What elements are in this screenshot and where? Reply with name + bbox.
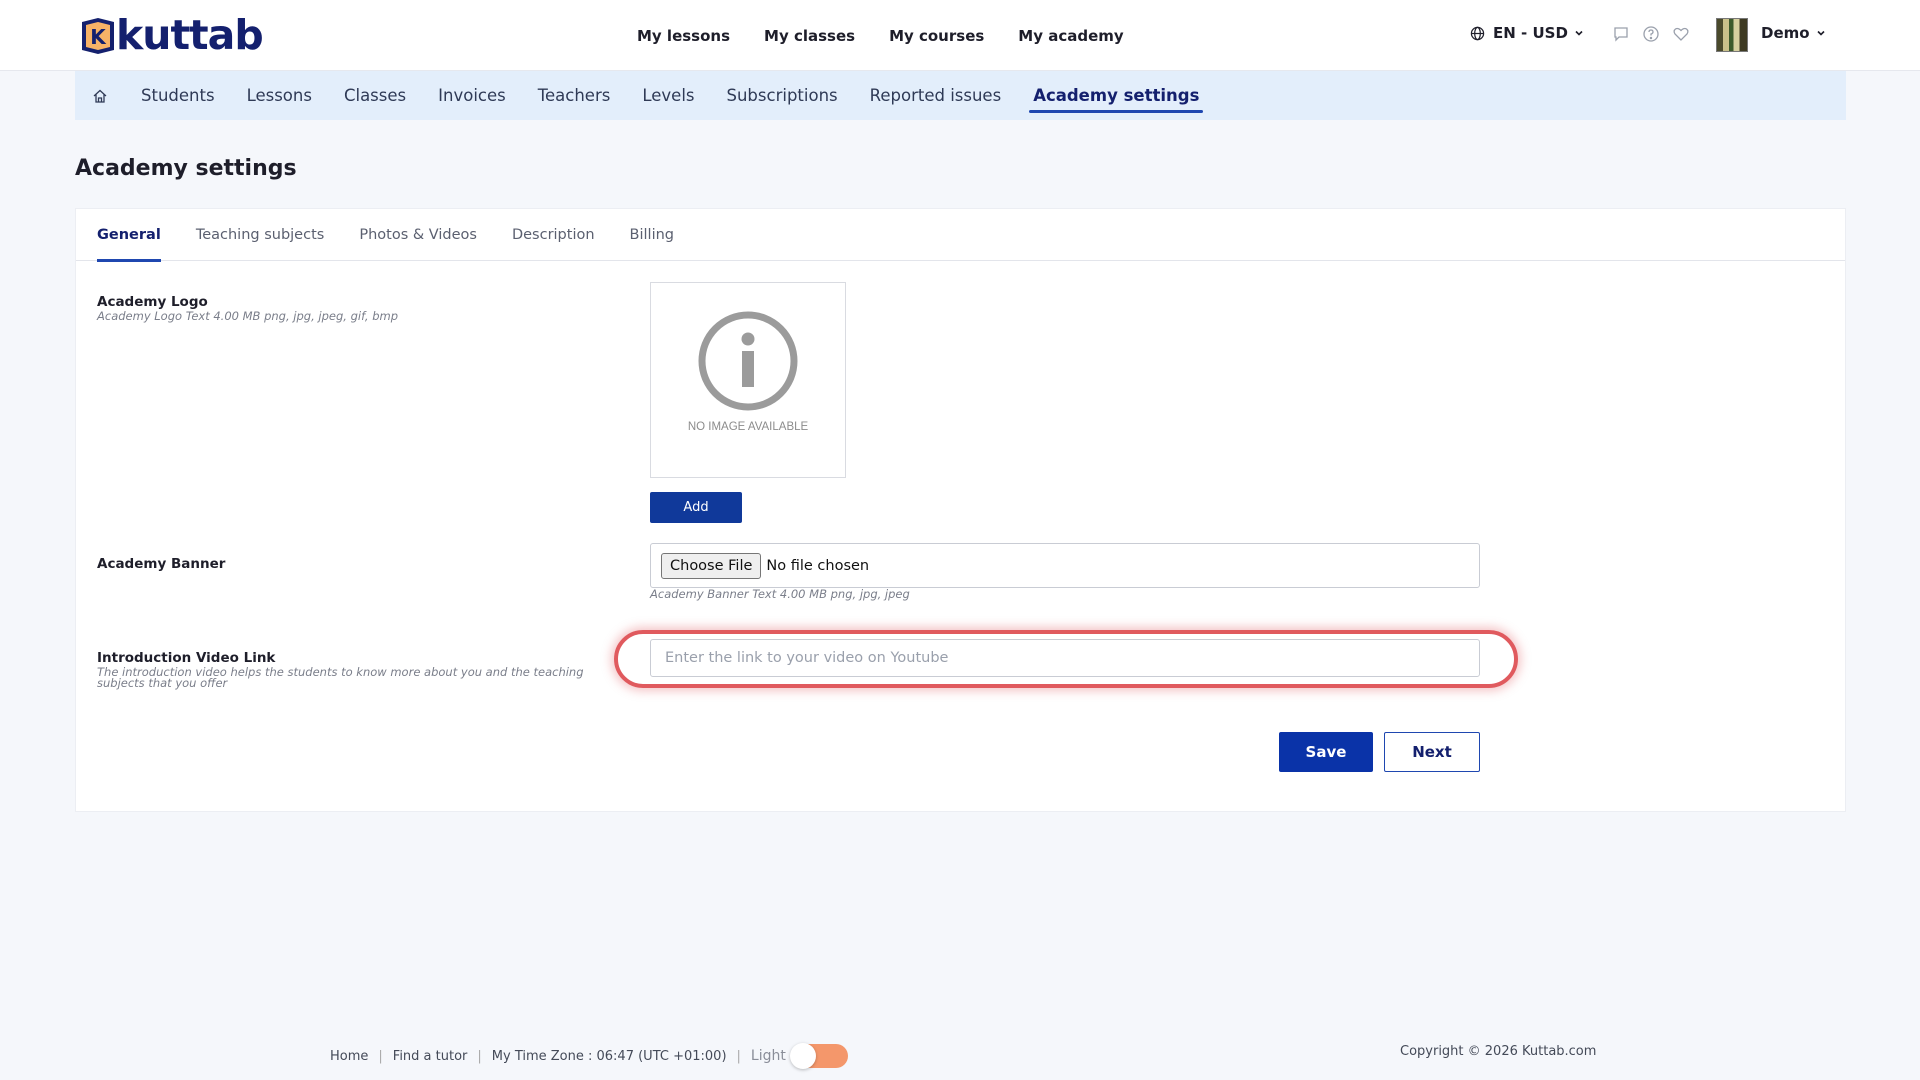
file-status-text: No file chosen: [766, 557, 870, 574]
avatar[interactable]: [1716, 18, 1748, 52]
nav-my-classes[interactable]: My classes: [764, 27, 855, 45]
subnav-reported-issues[interactable]: Reported issues: [870, 71, 1002, 120]
academy-banner-label: Academy Banner: [97, 556, 226, 572]
no-image-text: NO IMAGE AVAILABLE: [687, 421, 809, 433]
kuttab-logo[interactable]: K kuttab: [78, 11, 264, 59]
help-icon[interactable]: [1642, 25, 1660, 43]
nav-my-lessons[interactable]: My lessons: [637, 27, 730, 45]
settings-card: General Teaching subjects Photos & Video…: [75, 208, 1846, 812]
nav-my-academy[interactable]: My academy: [1018, 27, 1123, 45]
add-logo-button[interactable]: Add: [650, 492, 742, 523]
intro-video-link-input[interactable]: [650, 639, 1480, 677]
next-button[interactable]: Next: [1384, 732, 1480, 772]
chevron-down-icon: [1816, 30, 1825, 36]
choose-file-button[interactable]: Choose File: [661, 552, 762, 579]
subnav-academy-settings[interactable]: Academy settings: [1029, 71, 1204, 120]
tab-description[interactable]: Description: [512, 209, 595, 261]
theme-label: Light: [750, 1048, 786, 1064]
footer-separator: |: [477, 1048, 482, 1064]
tab-photos-videos[interactable]: Photos & Videos: [359, 209, 477, 261]
copyright-text: Copyright © 2026 Kuttab.com: [1400, 1044, 1597, 1059]
footer-separator: |: [736, 1048, 741, 1064]
page-title: Academy settings: [75, 156, 297, 181]
subnav-students[interactable]: Students: [141, 71, 215, 120]
settings-tabs: General Teaching subjects Photos & Video…: [76, 209, 1845, 262]
intro-video-hint-line2: subjects that you offer: [97, 676, 228, 690]
tab-teaching-subjects[interactable]: Teaching subjects: [196, 209, 325, 261]
chat-icon[interactable]: [1612, 25, 1630, 43]
user-menu[interactable]: Demo: [1761, 24, 1826, 42]
tab-general[interactable]: General: [97, 209, 161, 262]
footer-separator: |: [378, 1048, 383, 1064]
logo-text: kuttab: [116, 11, 264, 59]
home-icon: [93, 89, 107, 103]
academy-logo-preview: NO IMAGE AVAILABLE: [650, 282, 846, 478]
nav-my-courses[interactable]: My courses: [889, 27, 984, 45]
home-link[interactable]: [75, 88, 125, 104]
logo-mark-icon: K: [82, 18, 114, 54]
academy-logo-label: Academy Logo: [97, 294, 208, 310]
academy-banner-hint: Academy Banner Text 4.00 MB png, jpg, jp…: [650, 587, 910, 601]
footer-timezone: My Time Zone : 06:47 (UTC +01:00): [491, 1048, 727, 1064]
footer-home-link[interactable]: Home: [330, 1049, 368, 1064]
subnav-classes[interactable]: Classes: [344, 71, 406, 120]
info-icon: [698, 311, 798, 411]
logo-letter: K: [90, 25, 107, 49]
header-icons: [1612, 25, 1690, 43]
subnav-levels[interactable]: Levels: [642, 71, 694, 120]
theme-toggle[interactable]: [789, 1043, 848, 1069]
banner-file-input[interactable]: Choose File No file chosen: [650, 543, 1480, 588]
main-nav: My lessons My classes My courses My acad…: [620, 0, 1141, 71]
tab-billing[interactable]: Billing: [630, 209, 674, 261]
heart-icon[interactable]: [1672, 25, 1690, 43]
subnav-teachers[interactable]: Teachers: [538, 71, 611, 120]
globe-icon: [1470, 26, 1485, 40]
academy-subnav: Students Lessons Classes Invoices Teache…: [75, 71, 1846, 120]
user-name: Demo: [1761, 24, 1810, 42]
academy-logo-hint: Academy Logo Text 4.00 MB png, jpg, jpeg…: [97, 309, 399, 323]
top-header: K kuttab My lessons My classes My course…: [0, 0, 1920, 71]
toggle-knob: [789, 1043, 816, 1069]
subnav-subscriptions[interactable]: Subscriptions: [727, 71, 838, 120]
intro-video-label: Introduction Video Link: [97, 650, 276, 666]
footer-find-tutor-link[interactable]: Find a tutor: [393, 1049, 468, 1064]
subnav-lessons[interactable]: Lessons: [247, 71, 312, 120]
footer: Home | Find a tutor | My Time Zone : 06:…: [330, 1043, 848, 1069]
chevron-down-icon: [1575, 30, 1583, 36]
language-currency-dropdown[interactable]: EN - USD: [1470, 24, 1592, 42]
save-button[interactable]: Save: [1279, 732, 1373, 772]
subnav-invoices[interactable]: Invoices: [438, 71, 506, 120]
lang-currency-label: EN - USD: [1493, 24, 1568, 42]
